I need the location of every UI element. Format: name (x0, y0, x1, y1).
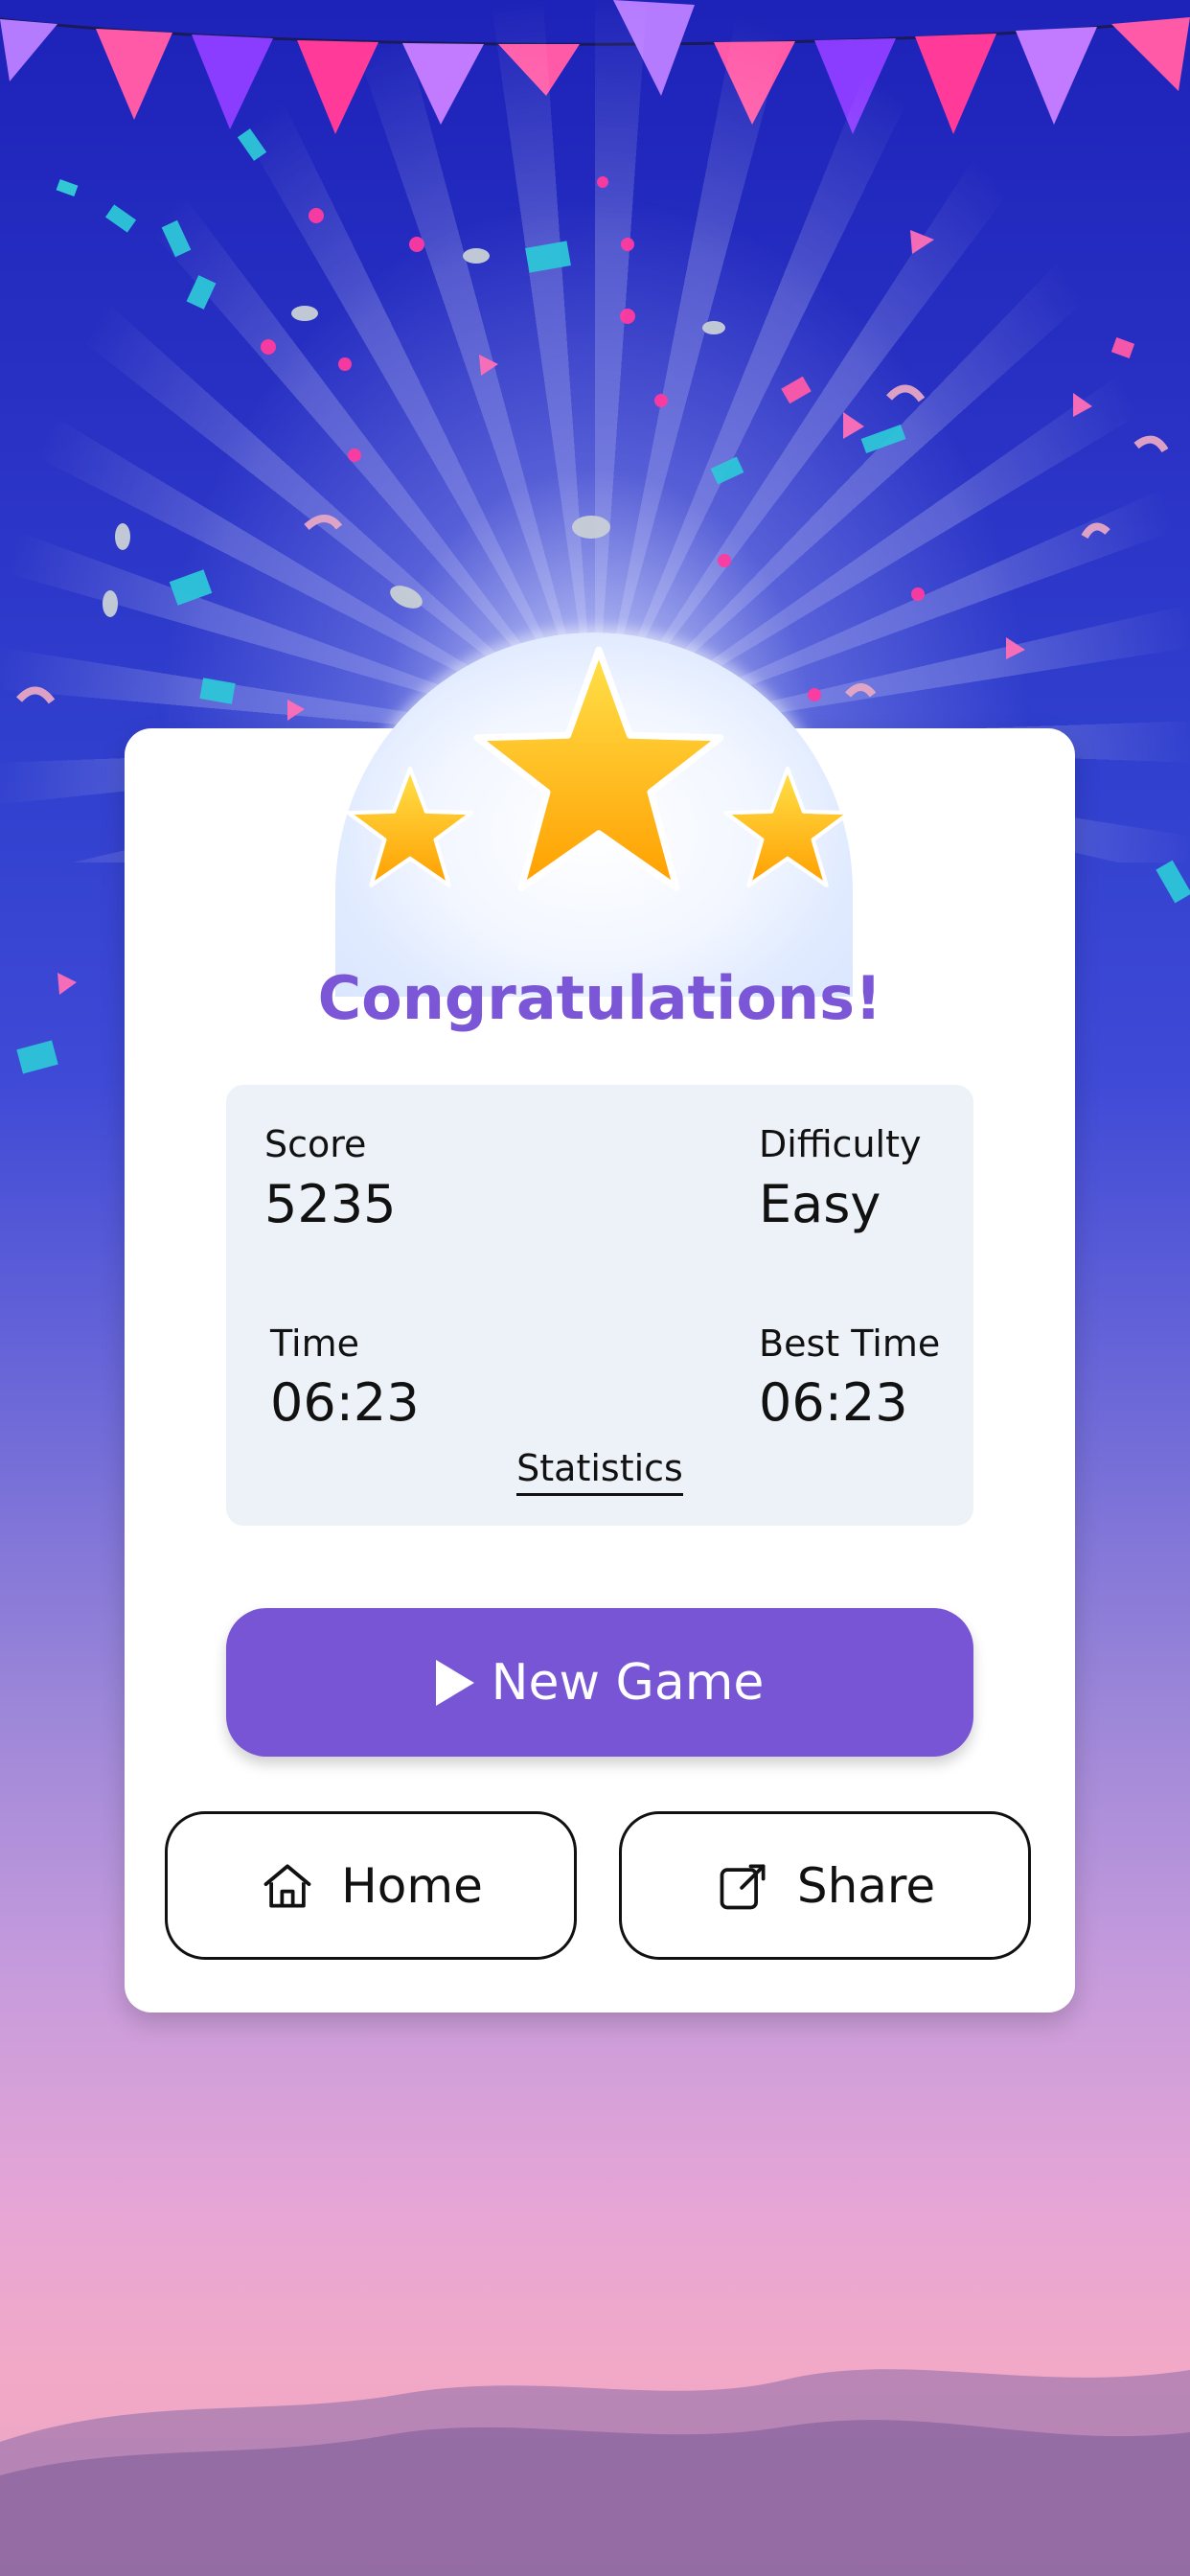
star-icon-left (346, 766, 474, 887)
play-icon (435, 1659, 474, 1706)
bunting-decoration (0, 0, 1190, 134)
share-icon (720, 1864, 766, 1909)
new-game-label: New Game (491, 1653, 765, 1712)
best-time-label: Best Time (759, 1322, 941, 1365)
home-label: Home (341, 1857, 483, 1914)
score-value: 5235 (264, 1174, 397, 1234)
new-game-button[interactable]: New Game (226, 1608, 973, 1757)
difficulty-label: Difficulty (759, 1123, 922, 1165)
home-icon (263, 1864, 311, 1907)
mountains-decoration (0, 2369, 1190, 2576)
difficulty-value: Easy (759, 1174, 881, 1234)
best-time-value: 06:23 (759, 1372, 908, 1433)
share-label: Share (796, 1857, 936, 1914)
page-title: Congratulations! (317, 963, 882, 1033)
score-label: Score (264, 1123, 367, 1165)
star-icon-right (723, 766, 852, 887)
time-value: 06:23 (270, 1372, 420, 1433)
time-label: Time (270, 1322, 359, 1365)
stats-panel: Score 5235 Difficulty Easy Time 06:23 Be… (226, 1085, 973, 1526)
statistics-link[interactable]: Statistics (226, 1447, 973, 1496)
home-button[interactable]: Home (165, 1811, 577, 1960)
statistics-link-label: Statistics (516, 1447, 683, 1496)
star-icon-center (473, 646, 724, 892)
share-button[interactable]: Share (619, 1811, 1031, 1960)
